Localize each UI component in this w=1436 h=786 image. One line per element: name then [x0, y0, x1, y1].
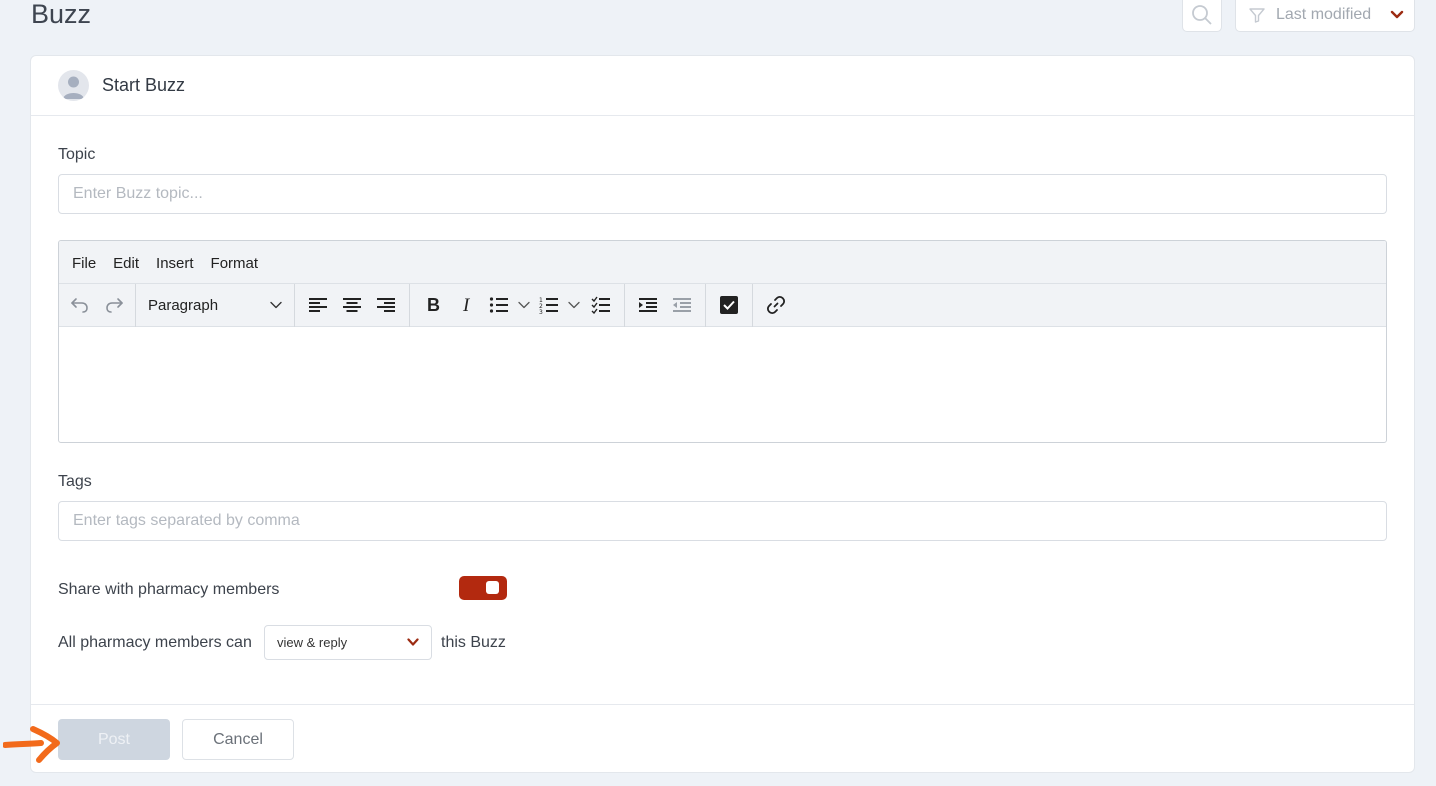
share-label: Share with pharmacy members: [58, 581, 280, 598]
annotation-arrow-icon: [3, 726, 60, 763]
checklist-button[interactable]: [584, 289, 618, 321]
cancel-button[interactable]: Cancel: [182, 719, 294, 760]
italic-icon: I: [462, 296, 471, 314]
chevron-down-icon: [1390, 10, 1404, 19]
permission-suffix: this Buzz: [441, 634, 506, 651]
rich-text-editor: File Edit Insert Format Paragraph B I 1 …: [58, 240, 1387, 443]
align-right-button[interactable]: [369, 289, 403, 321]
card-header: Start Buzz: [31, 56, 1414, 116]
chevron-down-icon: [518, 301, 530, 309]
bullet-list-button[interactable]: [484, 289, 514, 321]
tags-input[interactable]: [58, 501, 1387, 541]
sort-label: Last modified: [1276, 6, 1372, 23]
checkbox-icon: [720, 296, 738, 314]
search-icon: [1192, 5, 1212, 25]
toggle-knob: [486, 581, 499, 594]
sort-dropdown[interactable]: Last modified: [1235, 0, 1415, 32]
menu-format[interactable]: Format: [211, 253, 259, 272]
undo-icon: [71, 298, 88, 313]
permission-value: view & reply: [277, 635, 348, 650]
editor-menubar: File Edit Insert Format: [59, 241, 1386, 284]
chevron-down-icon: [568, 301, 580, 309]
align-center-icon: [343, 298, 361, 312]
outdent-button[interactable]: [665, 289, 699, 321]
svg-text:B: B: [427, 296, 440, 314]
footer-divider: [31, 704, 1414, 705]
checkbox-button[interactable]: [712, 289, 746, 321]
chevron-down-icon: [270, 301, 282, 309]
block-format-select[interactable]: Paragraph: [140, 289, 290, 321]
post-button[interactable]: Post: [58, 719, 170, 760]
card-title: Start Buzz: [102, 75, 186, 95]
menu-file[interactable]: File: [72, 253, 96, 272]
avatar: [58, 70, 89, 101]
chevron-down-icon: [407, 638, 419, 646]
tags-label: Tags: [58, 473, 92, 490]
checklist-icon: [591, 296, 610, 314]
indent-icon: [639, 298, 657, 312]
indent-button[interactable]: [631, 289, 665, 321]
user-avatar-icon: [63, 76, 84, 99]
svg-text:3: 3: [539, 309, 543, 314]
topic-label: Topic: [58, 146, 96, 163]
redo-button[interactable]: [97, 289, 131, 321]
filter-icon: [1249, 8, 1265, 23]
link-button[interactable]: [759, 289, 793, 321]
bullet-list-icon: [489, 297, 508, 313]
numbered-list-icon: 1 2 3: [539, 297, 558, 314]
editor-toolbar: Paragraph B I 1 2 3: [59, 283, 1386, 327]
align-right-icon: [377, 298, 395, 312]
align-left-button[interactable]: [301, 289, 335, 321]
topic-input[interactable]: [58, 174, 1387, 214]
share-toggle[interactable]: [459, 576, 507, 600]
bold-button[interactable]: B: [416, 289, 450, 321]
search-button[interactable]: [1182, 0, 1222, 32]
menu-edit[interactable]: Edit: [113, 253, 139, 272]
page-title: Buzz: [31, 0, 92, 29]
align-center-button[interactable]: [335, 289, 369, 321]
permission-select[interactable]: view & reply: [264, 625, 432, 660]
bold-icon: B: [427, 296, 440, 314]
link-icon: [766, 295, 786, 315]
undo-button[interactable]: [63, 289, 97, 321]
italic-button[interactable]: I: [450, 289, 484, 321]
permission-prefix: All pharmacy members can: [58, 634, 252, 651]
outdent-icon: [673, 298, 691, 312]
bullet-list-options-button[interactable]: [514, 289, 534, 321]
svg-text:I: I: [462, 296, 471, 314]
redo-icon: [106, 298, 123, 313]
menu-insert[interactable]: Insert: [156, 253, 194, 272]
editor-content-area[interactable]: [59, 327, 1386, 442]
align-left-icon: [309, 298, 327, 312]
start-buzz-card: Start Buzz Topic File Edit Insert Format: [30, 55, 1415, 773]
numbered-list-options-button[interactable]: [564, 289, 584, 321]
block-format-value: Paragraph: [148, 296, 219, 314]
numbered-list-button[interactable]: 1 2 3: [534, 289, 564, 321]
